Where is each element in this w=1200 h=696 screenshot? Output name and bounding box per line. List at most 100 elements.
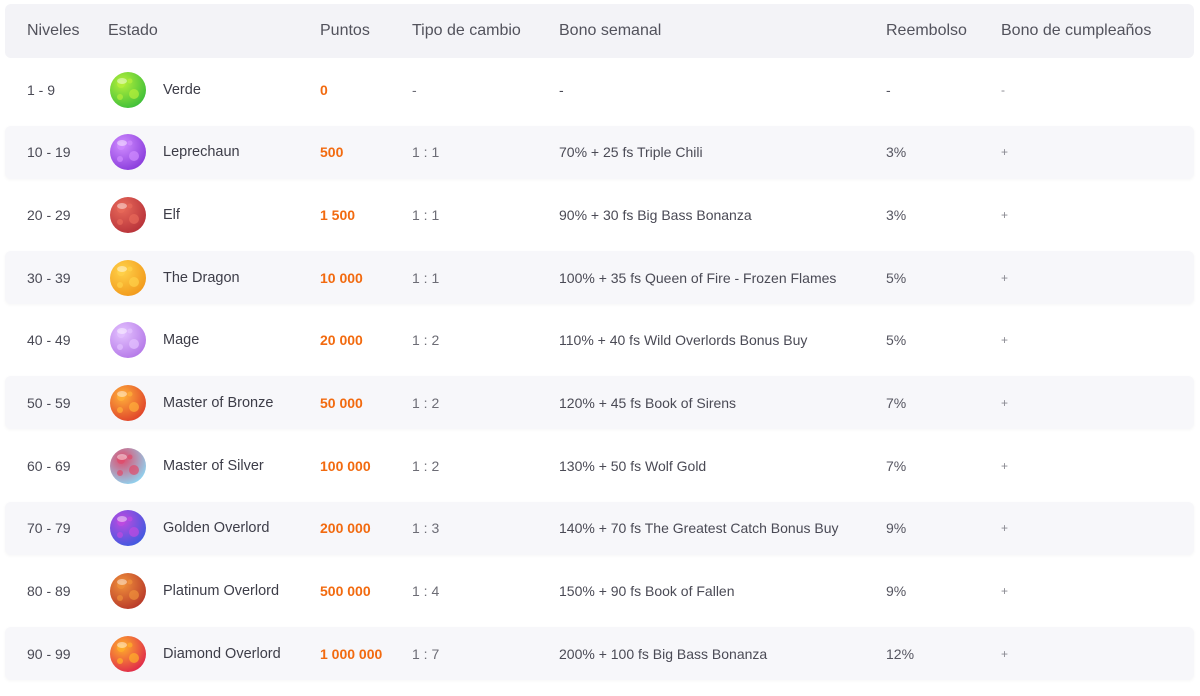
cashback: 3%: [886, 144, 907, 161]
birthday-bonus: +: [1001, 646, 1009, 661]
weekly-bonus: 150% + 90 fs Book of Fallen: [559, 583, 735, 599]
weekly-bonus: 70% + 25 fs Triple Chili: [559, 144, 703, 161]
status-name: Mage: [163, 332, 200, 349]
exchange-rate: 1 : 2: [412, 394, 440, 411]
table-row: 40 - 49 Mage 20 000 1 : 2 110% + 40 fs Wild …: [5, 314, 1194, 367]
green-planet-icon: [108, 63, 148, 116]
exchange-rate: 1 : 2: [412, 457, 440, 474]
table-row: 90 - 99 Diamond Overlord 1 000 000 1 : 7 200…: [5, 627, 1194, 681]
exchange-rate: 1 : 2: [412, 332, 440, 349]
exchange-rate: 1 : 4: [412, 583, 440, 599]
table-row: 70 - 79 Golden Overlord 200 000 1 : 3 140% +…: [5, 501, 1194, 555]
header-tipo-de-cambio: Tipo de cambio: [412, 22, 521, 39]
status-name: Diamond Overlord: [163, 645, 281, 662]
status-name: Master of Silver: [163, 457, 264, 474]
level-range: 30 - 39: [27, 269, 71, 286]
table-row: 1 - 9 Verde 0 - - - -: [5, 63, 1194, 116]
birthday-bonus: +: [1001, 521, 1009, 536]
weekly-bonus: 120% + 45 fs Book of Sirens: [559, 394, 737, 411]
header-bono-semanal: Bono semanal: [559, 22, 662, 39]
weekly-bonus: 140% + 70 fs The Greatest Catch Bonus Bu…: [559, 520, 839, 537]
header-puntos: Puntos: [320, 22, 370, 39]
exchange-rate: 1 : 1: [412, 269, 440, 286]
points-value: 50 000: [320, 394, 363, 411]
level-range: 70 - 79: [27, 520, 71, 537]
level-range: 20 - 29: [27, 206, 71, 223]
birthday-bonus: +: [1001, 333, 1009, 348]
table-row: 10 - 19 Leprechaun 500 1 : 1 70% + 25 fs Tri…: [5, 125, 1194, 179]
weekly-bonus: 110% + 40 fs Wild Overlords Bonus Buy: [559, 332, 808, 349]
points-value: 1 000 000: [320, 645, 383, 662]
birthday-bonus: +: [1001, 584, 1009, 598]
status-name: Platinum Overlord: [163, 583, 280, 599]
points-value: 1 500: [320, 206, 356, 223]
silver-planet-icon: [108, 439, 148, 492]
exchange-rate: 1 : 1: [412, 144, 440, 161]
header-estado: Estado: [108, 22, 158, 39]
exchange-rate: 1 : 3: [412, 520, 440, 537]
cashback: 9%: [886, 583, 907, 599]
birthday-bonus: -: [1001, 82, 1005, 97]
level-range: 1 - 9: [27, 81, 56, 98]
purple-swirl-planet-icon: [108, 126, 148, 179]
birthday-bonus: +: [1001, 270, 1009, 285]
weekly-bonus: 100% + 35 fs Queen of Fire - Frozen Flam…: [559, 269, 837, 286]
birthday-bonus: +: [1001, 458, 1009, 473]
status-name: Elf: [163, 206, 180, 223]
table-body: 1 - 9 Verde 0 - - - - 10 - 19 Leprechaun 500 1 : 1…: [5, 63, 1194, 681]
header-bono-cumpleanos: Bono de cumpleaños: [1001, 22, 1152, 39]
level-range: 10 - 19: [27, 144, 71, 161]
cashback: 5%: [886, 269, 907, 286]
orange-planet-icon: [108, 251, 148, 304]
status-name: Golden Overlord: [163, 520, 270, 537]
exchange-rate: -: [412, 81, 417, 98]
level-range: 90 - 99: [27, 645, 71, 662]
birthday-bonus: +: [1001, 145, 1009, 160]
status-name: The Dragon: [163, 269, 240, 286]
table-row: 60 - 69 Master of Silver 100 000 1 : 2 130% …: [5, 439, 1194, 492]
points-value: 100 000: [320, 457, 371, 474]
level-range: 60 - 69: [27, 457, 71, 474]
cashback: 3%: [886, 206, 907, 223]
weekly-bonus: 90% + 30 fs Big Bass Bonanza: [559, 206, 752, 223]
exchange-rate: 1 : 1: [412, 206, 440, 223]
birthday-bonus: +: [1001, 395, 1009, 410]
level-range: 50 - 59: [27, 394, 71, 411]
header-reembolso: Reembolso: [886, 22, 967, 39]
table-header: Niveles Estado Puntos Tipo de cambio Bon…: [5, 4, 1194, 58]
header-niveles: Niveles: [27, 22, 80, 39]
cashback: 5%: [886, 332, 907, 349]
weekly-bonus: 130% + 50 fs Wolf Gold: [559, 457, 707, 474]
red-rock-planet-icon: [108, 188, 148, 241]
points-value: 500 000: [320, 583, 371, 599]
points-value: 20 000: [320, 332, 363, 349]
table-row: 80 - 89 Platinum Overlord 500 000 1 : 4 150%…: [5, 565, 1194, 618]
points-value: 10 000: [320, 269, 363, 286]
weekly-bonus: 200% + 100 fs Big Bass Bonanza: [559, 645, 768, 662]
birthday-bonus: +: [1001, 207, 1009, 222]
table-row: 20 - 29 Elf 1 500 1 : 1 90% + 30 fs Big Bass…: [5, 188, 1194, 241]
exchange-rate: 1 : 7: [412, 645, 440, 662]
level-range: 40 - 49: [27, 332, 71, 349]
status-name: Master of Bronze: [163, 394, 274, 411]
copper-planet-icon: [108, 565, 148, 618]
crimson-planet-icon: [108, 627, 148, 680]
cashback: 12%: [886, 645, 915, 662]
vip-levels-table: Niveles Estado Puntos Tipo de cambio Bon…: [5, 4, 1194, 690]
cashback: 7%: [886, 394, 907, 411]
lilac-planet-icon: [108, 314, 148, 367]
status-name: Verde: [163, 81, 201, 98]
status-name: Leprechaun: [163, 144, 240, 161]
table-row: 30 - 39 The Dragon 10 000 1 : 1 100% + 35 fs…: [5, 251, 1194, 305]
blue-purple-planet-icon: [108, 502, 148, 555]
points-value: 0: [320, 81, 328, 98]
level-range: 80 - 89: [27, 583, 71, 599]
bronze-planet-icon: [108, 376, 148, 429]
cashback: 7%: [886, 457, 907, 474]
cashback: 9%: [886, 520, 907, 537]
points-value: 200 000: [320, 520, 371, 537]
points-value: 500: [320, 144, 344, 161]
weekly-bonus: -: [559, 81, 564, 98]
table-row: 50 - 59 Master of Bronze 50 000 1 : 2 120% +…: [5, 376, 1194, 430]
cashback: -: [886, 81, 891, 98]
